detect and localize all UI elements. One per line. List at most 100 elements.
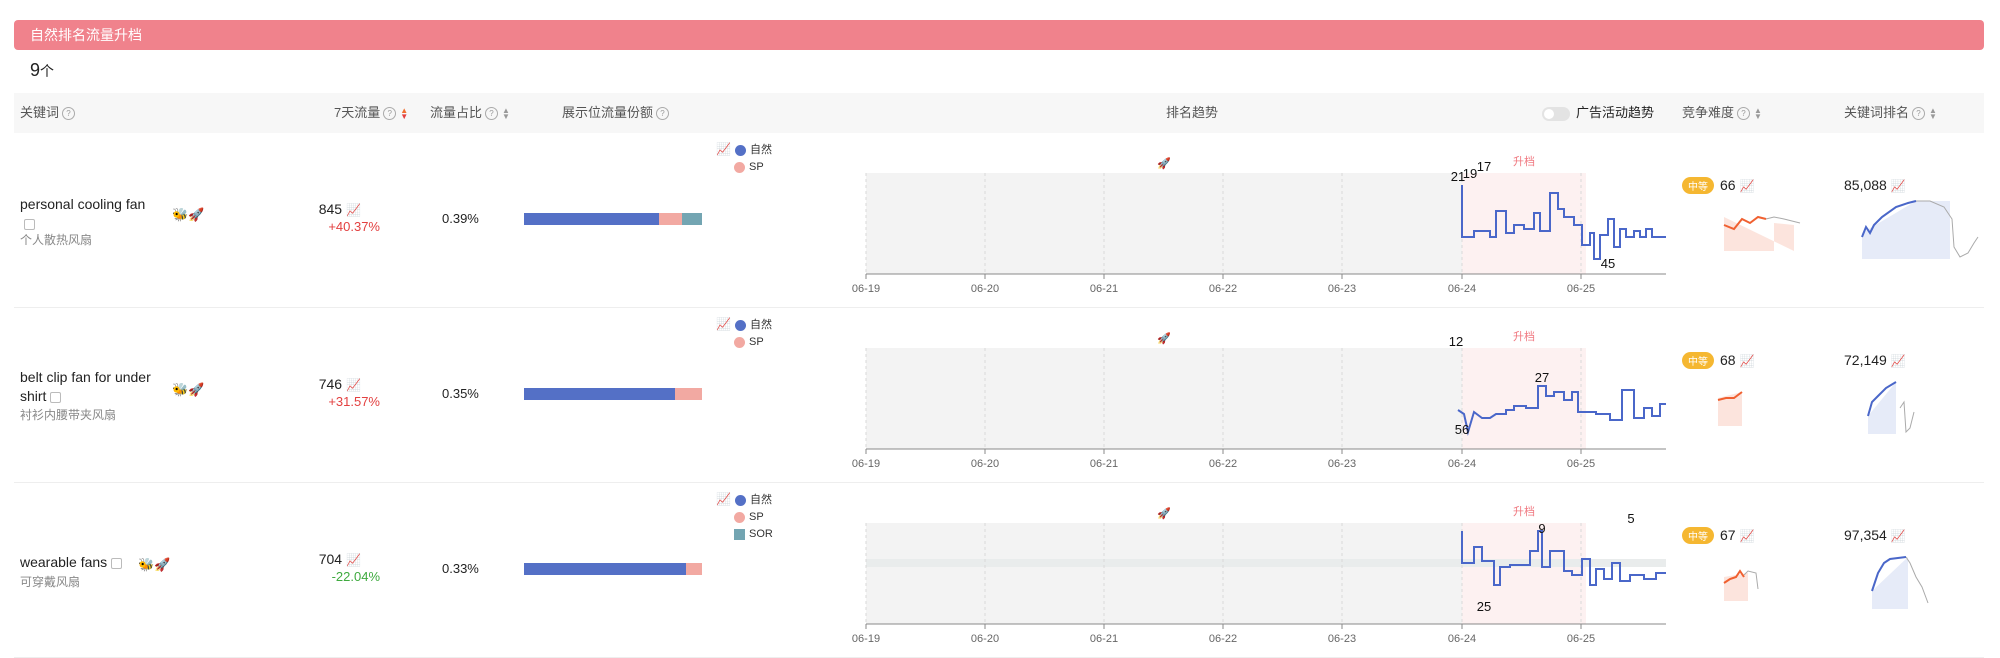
sparkline-area	[1724, 217, 1794, 251]
plot-background	[866, 348, 1462, 449]
sort-icon[interactable]: ▲ ▼	[502, 106, 510, 120]
traffic-value: 845 📈	[281, 201, 361, 217]
difficulty-sparkline	[1717, 391, 1743, 426]
header-traffic[interactable]: 7天流量? ▲ ▼	[334, 93, 408, 133]
help-icon[interactable]: ?	[485, 107, 499, 121]
legend-sp: SP	[734, 334, 772, 351]
trend-chart-icon[interactable]: 📈	[716, 142, 731, 156]
difficulty-sparkline	[1723, 569, 1759, 601]
trend-chart-icon[interactable]: 📈	[1891, 354, 1906, 368]
sort-icon[interactable]: ▲ ▼	[1929, 106, 1937, 120]
keyword-rank-value: 97,354 📈	[1844, 527, 1906, 543]
sparkline-history	[1765, 216, 1801, 224]
x-tick-label: 06-24	[1448, 633, 1476, 645]
table-header: 关键词? 7天流量? ▲ ▼ 流量占比? ▲ ▼ 展示位流量份额? 排名趋势 广告活动趋…	[14, 93, 1984, 133]
x-tick-label: 06-19	[852, 283, 880, 295]
rank-sparkline	[1861, 200, 1979, 259]
trend-chart-icon[interactable]: 📈	[1740, 354, 1755, 368]
traffic-share: 0.35%	[442, 386, 479, 401]
natural-dot	[734, 494, 746, 506]
upgrade-region	[1462, 348, 1586, 449]
x-tick-label: 06-21	[1090, 283, 1118, 295]
copy-icon[interactable]	[24, 218, 35, 230]
help-icon[interactable]: ?	[1737, 107, 1751, 121]
keyword-translation: 衬衫内腰带夹风扇	[20, 408, 117, 422]
sor-band	[866, 559, 1666, 567]
traffic-number: 746	[318, 376, 343, 392]
legend-natural: 📈 自然	[716, 491, 773, 509]
trend-chart-icon[interactable]: 📈	[1740, 179, 1755, 193]
x-tick-label: 06-22	[1209, 283, 1237, 295]
x-tick-label: 06-23	[1328, 633, 1356, 645]
header-rank-label: 关键词排名	[1844, 105, 1910, 120]
copy-icon[interactable]	[50, 391, 62, 403]
trend-chart-icon[interactable]: 📈	[716, 317, 731, 331]
trend-chart-icon[interactable]: 📈	[346, 378, 361, 392]
trend-chart-icon[interactable]: 📈	[1891, 179, 1906, 193]
header-share[interactable]: 流量占比? ▲ ▼	[430, 93, 510, 133]
legend-label: 自然	[749, 494, 772, 506]
placement-share-bar	[524, 213, 702, 225]
help-icon[interactable]: ?	[62, 107, 76, 121]
sp-dot	[734, 336, 745, 348]
header-keyword-label: 关键词	[20, 105, 60, 120]
legend: 📈 自然 SP	[716, 316, 772, 351]
x-tick-label: 06-25	[1567, 283, 1595, 295]
difficulty-badge: 中等	[1682, 527, 1714, 544]
sp-dot	[734, 161, 745, 173]
legend: 📈 自然 SP	[716, 141, 772, 176]
rank-trend-chart: 06-19 06-20 06-21 06-22 06-23 06-24 06-25 升档 🚀 17…	[852, 154, 1666, 295]
x-tick-label: 06-21	[1090, 633, 1118, 645]
sort-icon[interactable]: ▲ ▼	[1754, 106, 1762, 120]
badge-icons: 🐝🚀	[172, 382, 205, 397]
sort-icon[interactable]: ▲ ▼	[400, 106, 408, 120]
header-placement-label: 展示位流量份额	[562, 105, 654, 120]
plot-background	[866, 523, 1462, 624]
keyword-rank-value: 85,088 📈	[1844, 177, 1906, 193]
annotation-label: 升档	[1513, 329, 1535, 343]
difficulty-number: 66	[1720, 177, 1736, 193]
keyword-text[interactable]: belt clip fan for under shirt	[20, 368, 165, 406]
help-icon[interactable]: ?	[1912, 107, 1926, 121]
legend-natural: 📈 自然	[716, 141, 772, 159]
legend-sp: SP	[734, 159, 772, 176]
traffic-share: 0.39%	[442, 211, 479, 226]
header-keyword: 关键词?	[20, 93, 76, 133]
difficulty-value: 66 📈	[1720, 177, 1755, 193]
help-icon[interactable]: ?	[656, 107, 670, 121]
legend-label: SP	[749, 511, 764, 523]
keyword-label[interactable]: wearable fans	[20, 554, 107, 570]
keyword-text[interactable]: personal cooling fan	[20, 195, 165, 233]
badge-icons: 🐝🚀	[138, 557, 171, 572]
legend-sp: SP	[734, 509, 773, 526]
ad-trend-toggle[interactable]: 广告活动趋势	[1542, 93, 1654, 133]
x-tick-label: 06-24	[1448, 458, 1476, 470]
traffic-value: 746 📈	[281, 376, 361, 392]
trend-chart-icon[interactable]: 📈	[716, 492, 731, 506]
natural-dot	[734, 144, 746, 156]
bar-segment-natural	[524, 388, 676, 400]
rank-number: 85,088	[1844, 177, 1887, 193]
bar-segment-natural	[524, 563, 686, 575]
trend-chart-icon[interactable]: 📈	[1891, 529, 1906, 543]
keyword-label[interactable]: belt clip fan for under shirt	[20, 369, 151, 404]
legend: 📈 自然 SP SOR	[716, 491, 773, 543]
placement-share-bar	[524, 563, 702, 575]
toggle-switch[interactable]	[1542, 106, 1570, 121]
header-keyword-rank[interactable]: 关键词排名? ▲ ▼	[1844, 93, 1937, 133]
x-tick-label: 06-24	[1448, 283, 1476, 295]
trend-chart-icon[interactable]: 📈	[1740, 529, 1755, 543]
badge-icons: 🐝🚀	[172, 207, 205, 222]
rank-data-label: 9	[1538, 521, 1545, 536]
copy-icon[interactable]	[111, 557, 123, 569]
header-placement: 展示位流量份额?	[562, 93, 670, 133]
traffic-number: 845	[318, 201, 343, 217]
x-tick-label: 06-20	[971, 458, 999, 470]
annotation-label: 升档	[1513, 154, 1535, 168]
trend-chart-icon[interactable]: 📈	[346, 553, 361, 567]
header-difficulty[interactable]: 竞争难度? ▲ ▼	[1682, 93, 1762, 133]
trend-chart-icon[interactable]: 📈	[346, 203, 361, 217]
help-icon[interactable]: ?	[383, 107, 397, 121]
keyword-label[interactable]: personal cooling fan	[20, 196, 145, 212]
x-tick-label: 06-25	[1567, 458, 1595, 470]
